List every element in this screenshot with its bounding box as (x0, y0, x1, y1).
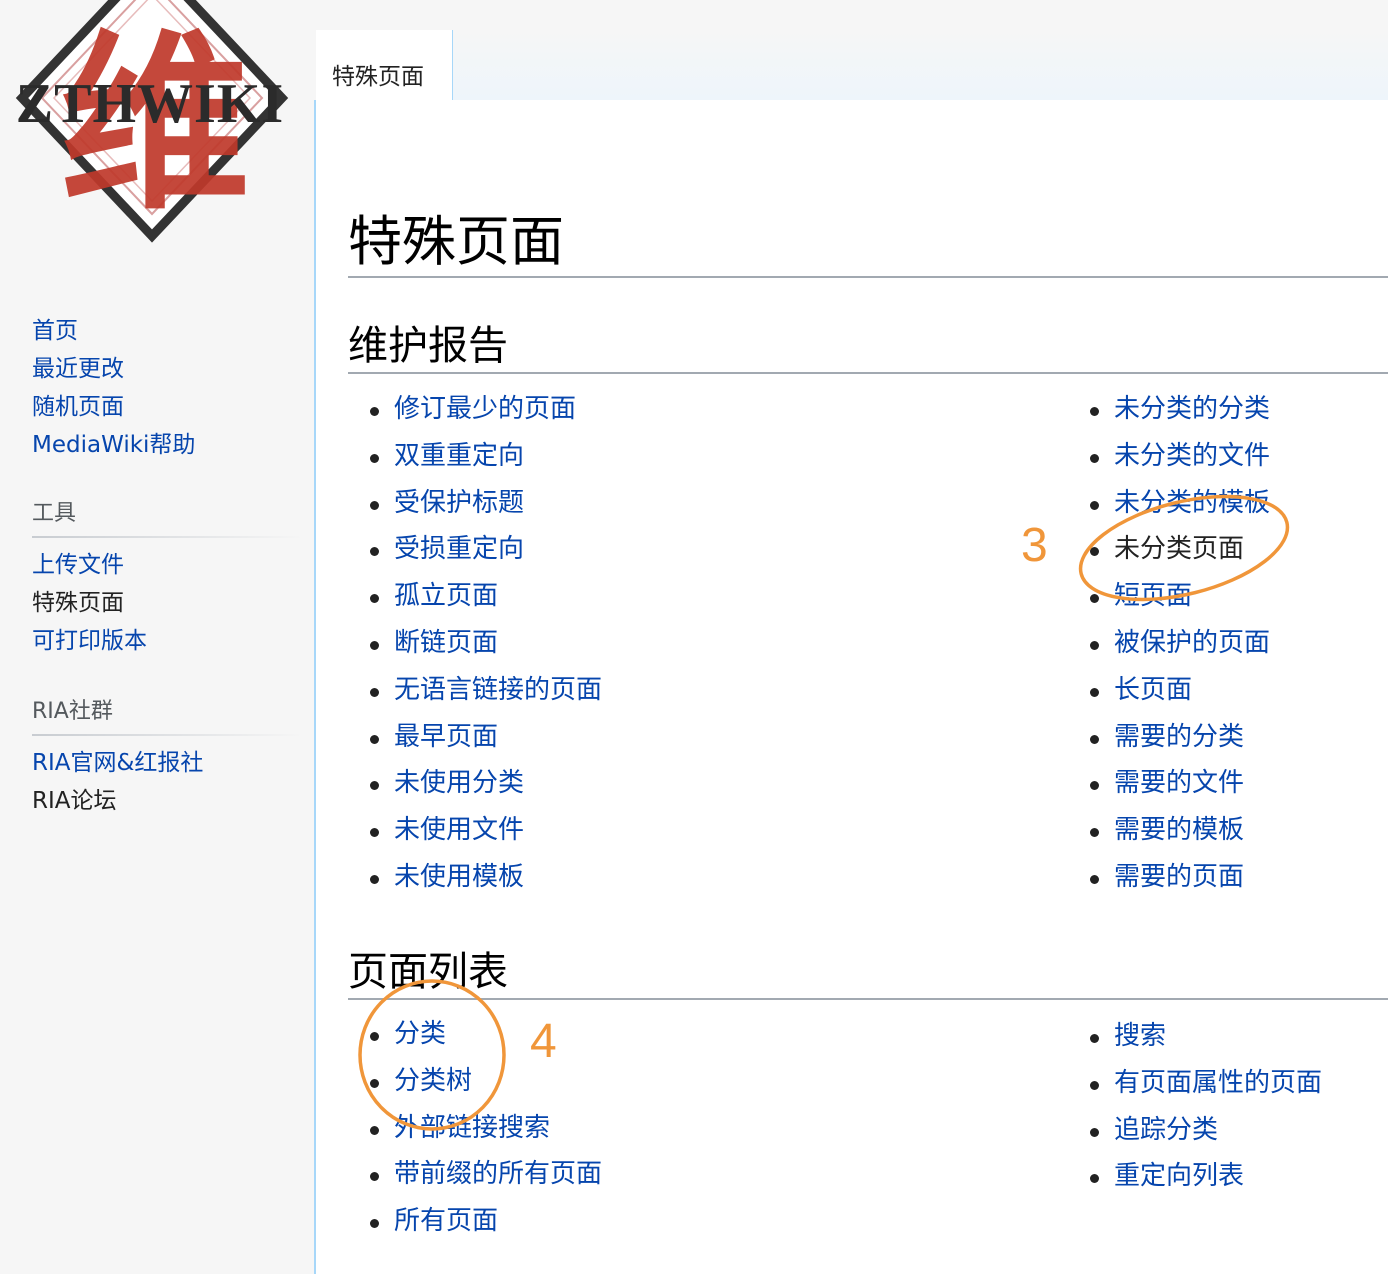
list-item: 未使用模板 (370, 854, 602, 901)
list-item: 有页面属性的页面 (1090, 1060, 1322, 1107)
list-item: 短页面 (1090, 573, 1270, 620)
list-item: 未使用文件 (370, 807, 602, 854)
logo-text: ZTHWIKI (16, 73, 284, 135)
link-unused-templates[interactable]: 未使用模板 (394, 862, 524, 892)
link-protected-pages[interactable]: 被保护的页面 (1114, 628, 1270, 658)
page-title: 特殊页面 (348, 208, 1388, 278)
link-short-pages[interactable]: 短页面 (1114, 581, 1192, 611)
page-lists-right: 搜索 有页面属性的页面 追踪分类 重定向列表 (1090, 1013, 1322, 1200)
list-item: 长页面 (1090, 667, 1270, 714)
link-unused-files[interactable]: 未使用文件 (394, 815, 524, 845)
nav-ria-official[interactable]: RIA官网&红报社 (32, 744, 302, 782)
nav-printable-version[interactable]: 可打印版本 (32, 622, 302, 660)
list-item: 外部链接搜索 (370, 1105, 602, 1152)
list-item: 分类树 (370, 1058, 602, 1105)
page-lists-left: 分类 分类树 外部链接搜索 带前缀的所有页面 所有页面 (370, 1011, 602, 1245)
list-item: 未分类的模板 (1090, 480, 1270, 527)
list-item: 受损重定向 (370, 526, 602, 573)
link-wanted-files[interactable]: 需要的文件 (1114, 768, 1244, 798)
nav-mediawiki-help[interactable]: MediaWiki帮助 (32, 426, 302, 464)
list-item: 未分类页面 (1090, 526, 1270, 573)
link-tracking-categories[interactable]: 追踪分类 (1114, 1115, 1218, 1145)
maintenance-list-right: 未分类的分类 未分类的文件 未分类的模板 未分类页面 短页面 被保护的页面 长页… (1090, 386, 1270, 901)
site-logo[interactable]: 维 ZTHWIKI (0, 0, 315, 250)
list-item: 重定向列表 (1090, 1153, 1322, 1200)
list-item: 所有页面 (370, 1198, 602, 1245)
nav-main: 首页 最近更改 随机页面 MediaWiki帮助 (32, 312, 302, 464)
tab-special-page-label[interactable]: 特殊页面 (332, 57, 424, 91)
nav-home[interactable]: 首页 (32, 312, 302, 350)
nav-community-heading: RIA社群 (32, 698, 302, 736)
link-uncategorized-templates[interactable]: 未分类的模板 (1114, 488, 1270, 518)
nav-special-pages[interactable]: 特殊页面 (32, 584, 302, 622)
logo-image: 维 ZTHWIKI (16, 0, 289, 243)
link-long-pages[interactable]: 长页面 (1114, 675, 1192, 705)
link-category-tree[interactable]: 分类树 (394, 1066, 472, 1096)
list-item: 被保护的页面 (1090, 620, 1270, 667)
link-protected-titles[interactable]: 受保护标题 (394, 488, 524, 518)
list-item: 未使用分类 (370, 760, 602, 807)
link-lonely-pages[interactable]: 孤立页面 (394, 581, 498, 611)
list-item: 追踪分类 (1090, 1107, 1322, 1154)
list-item: 未分类的文件 (1090, 433, 1270, 480)
link-prefix-index[interactable]: 带前缀的所有页面 (394, 1159, 602, 1189)
link-pages-with-prop[interactable]: 有页面属性的页面 (1114, 1068, 1322, 1098)
link-fewest-revisions[interactable]: 修订最少的页面 (394, 394, 576, 424)
list-item: 断链页面 (370, 620, 602, 667)
list-item: 修订最少的页面 (370, 386, 602, 433)
link-wanted-templates[interactable]: 需要的模板 (1114, 815, 1244, 845)
nav-ria-forum[interactable]: RIA论坛 (32, 782, 302, 820)
list-item: 带前缀的所有页面 (370, 1151, 602, 1198)
nav-recent-changes[interactable]: 最近更改 (32, 350, 302, 388)
link-uncategorized-pages[interactable]: 未分类页面 (1114, 534, 1244, 564)
link-wanted-categories[interactable]: 需要的分类 (1114, 722, 1244, 752)
link-unused-categories[interactable]: 未使用分类 (394, 768, 524, 798)
list-item: 需要的模板 (1090, 807, 1270, 854)
list-item: 双重重定向 (370, 433, 602, 480)
link-ancient-pages[interactable]: 最早页面 (394, 722, 498, 752)
annotation-marker-4: 4 (530, 1015, 557, 1068)
link-uncategorized-categories[interactable]: 未分类的分类 (1114, 394, 1270, 424)
list-item: 搜索 (1090, 1013, 1322, 1060)
link-list-redirects[interactable]: 重定向列表 (1114, 1161, 1244, 1191)
list-item: 无语言链接的页面 (370, 667, 602, 714)
link-broken-redirects[interactable]: 受损重定向 (394, 534, 524, 564)
sidebar: 维 ZTHWIKI 首页 最近更改 随机页面 MediaWiki帮助 工具 上传… (0, 0, 315, 1274)
annotation-marker-3: 3 (1021, 519, 1048, 572)
link-dead-end-pages[interactable]: 断链页面 (394, 628, 498, 658)
list-item: 未分类的分类 (1090, 386, 1270, 433)
link-external-link-search[interactable]: 外部链接搜索 (394, 1113, 550, 1143)
list-item: 最早页面 (370, 714, 602, 761)
nav-upload-file[interactable]: 上传文件 (32, 546, 302, 584)
link-wanted-pages[interactable]: 需要的页面 (1114, 862, 1244, 892)
link-double-redirects[interactable]: 双重重定向 (394, 441, 524, 471)
link-categories[interactable]: 分类 (394, 1019, 446, 1049)
nav-tools-heading: 工具 (32, 500, 302, 538)
section-maintenance-heading: 维护报告 (348, 320, 1388, 374)
nav-tools: 工具 上传文件 特殊页面 可打印版本 (32, 500, 302, 660)
section-page-lists-heading: 页面列表 (348, 946, 1388, 1000)
list-item: 分类 (370, 1011, 602, 1058)
link-without-interwiki[interactable]: 无语言链接的页面 (394, 675, 602, 705)
list-item: 需要的文件 (1090, 760, 1270, 807)
nav-random-page[interactable]: 随机页面 (32, 388, 302, 426)
list-item: 需要的页面 (1090, 854, 1270, 901)
link-all-pages[interactable]: 所有页面 (394, 1206, 498, 1236)
list-item: 受保护标题 (370, 480, 602, 527)
tab-bar-background (452, 30, 1388, 100)
link-uncategorized-files[interactable]: 未分类的文件 (1114, 441, 1270, 471)
nav-community: RIA社群 RIA官网&红报社 RIA论坛 (32, 698, 302, 820)
maintenance-list-left: 修订最少的页面 双重重定向 受保护标题 受损重定向 孤立页面 断链页面 无语言链… (370, 386, 602, 901)
list-item: 孤立页面 (370, 573, 602, 620)
link-search[interactable]: 搜索 (1114, 1021, 1166, 1051)
list-item: 需要的分类 (1090, 714, 1270, 761)
